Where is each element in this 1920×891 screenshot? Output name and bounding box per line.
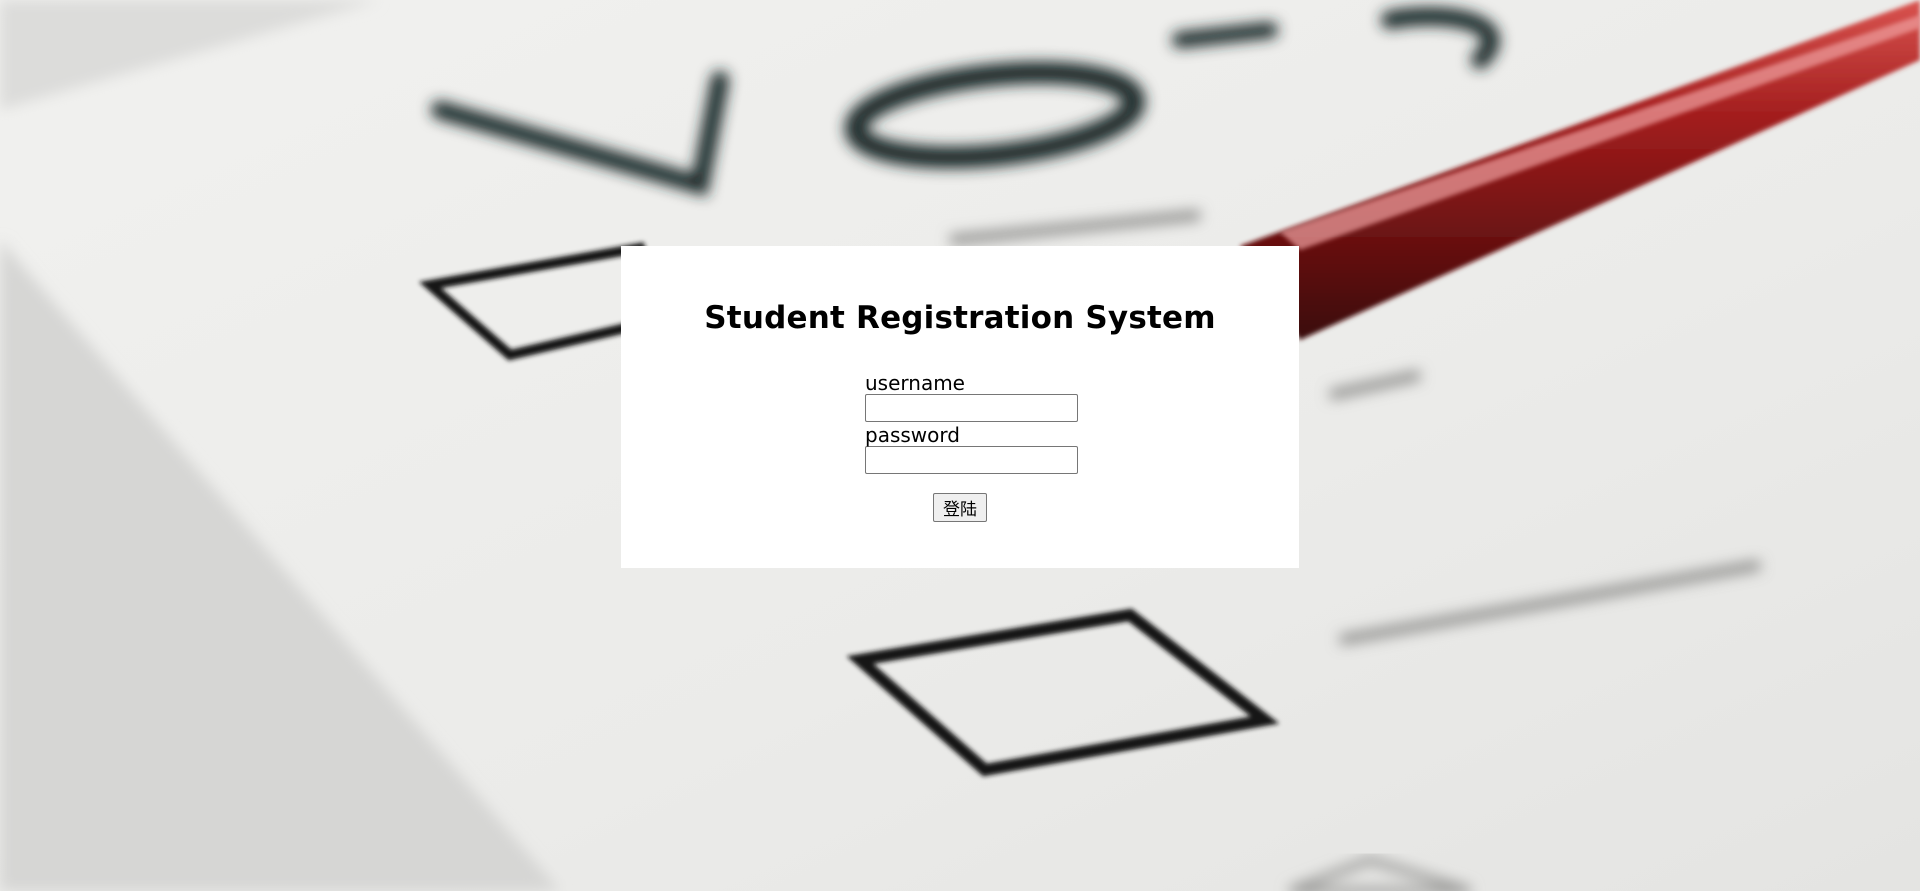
username-input[interactable] (865, 394, 1078, 422)
login-button[interactable]: 登陆 (933, 493, 987, 522)
password-input[interactable] (865, 446, 1078, 474)
username-label: username (865, 371, 965, 395)
login-form: username password (865, 372, 1085, 476)
page-title: Student Registration System (704, 300, 1216, 336)
login-card: Student Registration System username pas… (621, 246, 1299, 568)
password-label: password (865, 423, 960, 447)
